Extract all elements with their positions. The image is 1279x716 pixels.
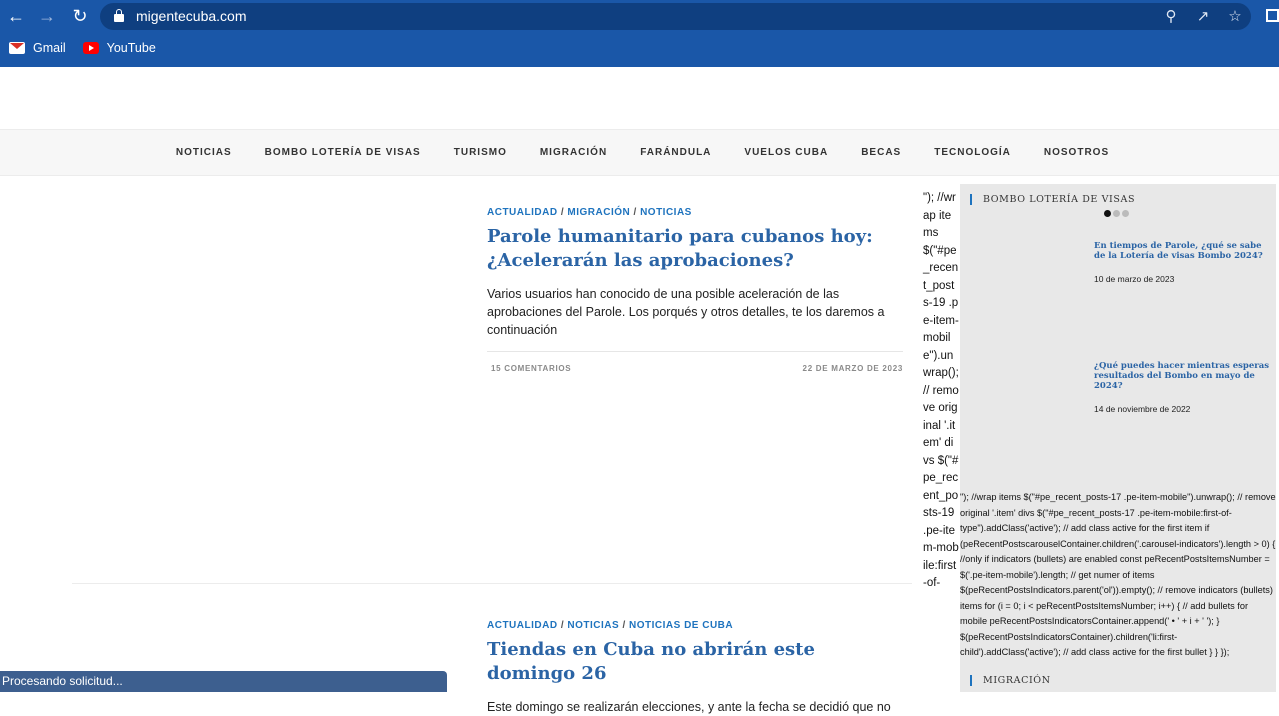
side-panel-icon[interactable] (1266, 9, 1279, 22)
sidebar-post-date: 10 de marzo de 2023 (1094, 274, 1175, 284)
nav-item-bombo[interactable]: BOMBO LOTERÍA DE VISAS (265, 130, 421, 175)
reload-icon[interactable]: ↻ (69, 5, 91, 27)
raw-script-text: "); //wrap items $("#pe_recent_posts-19 … (923, 192, 959, 589)
back-arrow-icon[interactable]: ← (5, 5, 27, 27)
nav-item-becas[interactable]: BECAS (861, 130, 901, 175)
category-link[interactable]: MIGRACIÓN (567, 207, 630, 218)
star-icon[interactable]: ☆ (1225, 7, 1245, 25)
nav-item-nosotros[interactable]: NOSOTROS (1044, 130, 1109, 175)
gmail-icon (9, 42, 25, 54)
bookmark-gmail[interactable]: Gmail (9, 41, 66, 55)
article-excerpt: Varios usuarios han conocido de una posi… (487, 287, 885, 337)
sidebar-post-date: 14 de noviembre de 2022 (1094, 404, 1191, 414)
sidebar-post: En tiempos de Parole, ¿qué se sabe de la… (1094, 241, 1274, 284)
carousel-dot[interactable] (1113, 210, 1120, 217)
sidebar-post: ¿Qué puedes hacer mientras esperas resul… (1094, 361, 1274, 414)
url-text[interactable]: migentecuba.com (136, 8, 247, 24)
nav-item-tecnologia[interactable]: TECNOLOGÍA (934, 130, 1011, 175)
raw-script-text: "); //wrap items $("#pe_recent_posts-17 … (960, 492, 1276, 657)
category-link[interactable]: ACTUALIDAD (487, 207, 558, 218)
share-icon[interactable]: ↗ (1193, 7, 1213, 25)
divider (72, 583, 912, 584)
nav-item-vuelos[interactable]: VUELOS CUBA (744, 130, 828, 175)
category-link[interactable]: NOTICIAS DE CUBA (629, 620, 733, 631)
article-categories: ACTUALIDAD / MIGRACIÓN / NOTICIAS (487, 207, 692, 218)
article-categories: ACTUALIDAD / NOTICIAS / NOTICIAS DE CUBA (487, 620, 734, 631)
nav-item-turismo[interactable]: TURISMO (454, 130, 507, 175)
article-title[interactable]: Tiendas en Cuba no abrirán este domingo … (487, 638, 903, 686)
comments-link[interactable]: 15 COMENTARIOS (491, 364, 571, 373)
bookmark-label: Gmail (33, 41, 66, 55)
sidebar-post-title[interactable]: ¿Qué puedes hacer mientras esperas resul… (1094, 361, 1274, 391)
browser-toolbar: ← → ↻ migentecuba.com ⚲ ↗ ☆ Gmail YouTub… (0, 0, 1279, 67)
category-link[interactable]: ACTUALIDAD (487, 620, 558, 631)
sidebar: BOMBO LOTERÍA DE VISAS En tiempos de Par… (960, 184, 1276, 692)
bookmarks-bar: Gmail YouTube (0, 37, 164, 59)
article-card: ACTUALIDAD / NOTICIAS / NOTICIAS DE CUBA… (487, 620, 903, 716)
status-bubble: Procesando solicitud... (0, 671, 447, 692)
carousel-dot[interactable] (1104, 210, 1111, 217)
carousel-indicators (1104, 210, 1129, 217)
bookmark-youtube[interactable]: YouTube (82, 41, 156, 55)
site-navigation: NOTICIAS BOMBO LOTERÍA DE VISAS TURISMO … (0, 129, 1279, 176)
article-excerpt: Este domingo se realizarán elecciones, y… (487, 700, 891, 714)
article-title[interactable]: Parole humanitario para cubanos hoy: ¿Ac… (487, 225, 903, 273)
nav-item-noticias[interactable]: NOTICIAS (176, 130, 232, 175)
article-date: 22 DE MARZO DE 2023 (802, 364, 903, 373)
widget-title: MIGRACIÓN (970, 675, 1051, 686)
lock-icon (114, 9, 124, 22)
nav-item-migracion[interactable]: MIGRACIÓN (540, 130, 607, 175)
zoom-icon[interactable]: ⚲ (1161, 7, 1181, 25)
nav-item-farandula[interactable]: FARÁNDULA (640, 130, 711, 175)
forward-arrow-icon[interactable]: → (36, 5, 58, 27)
category-link[interactable]: NOTICIAS (567, 620, 619, 631)
category-link[interactable]: NOTICIAS (640, 207, 692, 218)
widget-title: BOMBO LOTERÍA DE VISAS (970, 194, 1135, 205)
carousel-dot[interactable] (1122, 210, 1129, 217)
article-card: ACTUALIDAD / MIGRACIÓN / NOTICIAS Parole… (487, 207, 903, 373)
youtube-icon (82, 42, 99, 54)
sidebar-post-title[interactable]: En tiempos de Parole, ¿qué se sabe de la… (1094, 241, 1274, 261)
address-bar[interactable]: migentecuba.com ⚲ ↗ ☆ (100, 3, 1251, 30)
bookmark-label: YouTube (106, 41, 156, 55)
article-meta: 15 COMENTARIOS 22 DE MARZO DE 2023 (487, 351, 903, 373)
